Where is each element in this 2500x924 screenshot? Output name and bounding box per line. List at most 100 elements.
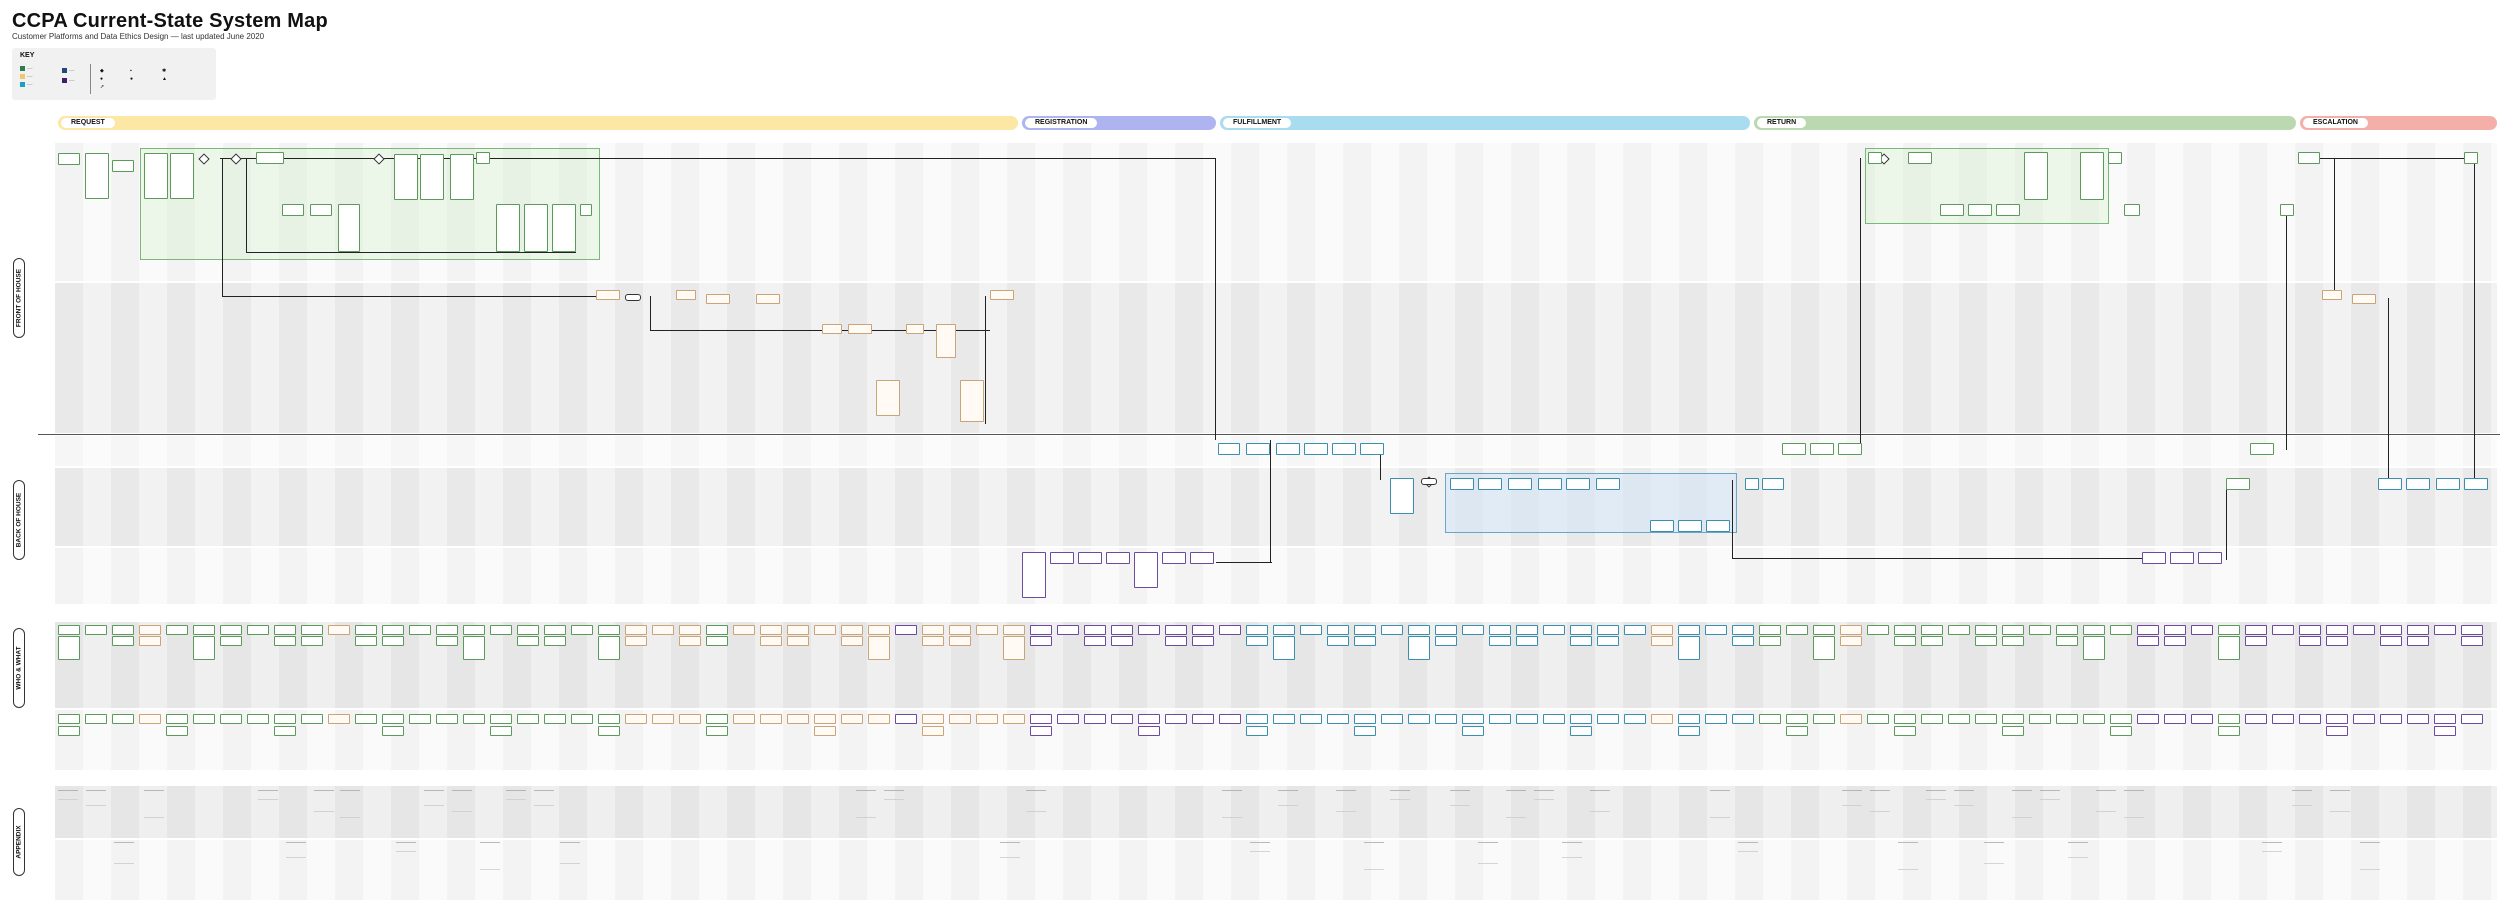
what-card — [166, 714, 188, 724]
who-card — [1030, 625, 1052, 635]
what-card — [382, 714, 404, 724]
who-card — [1786, 625, 1808, 635]
what-card — [1057, 714, 1079, 724]
section-who-what: WHO & WHAT — [13, 628, 25, 708]
connector-line — [2226, 480, 2227, 560]
connector-line — [2474, 158, 2475, 480]
what-card — [2434, 726, 2456, 736]
connector-line — [1270, 440, 1271, 562]
section-appendix: APPENDIX — [13, 808, 25, 876]
what-card — [1678, 726, 1700, 736]
data-card — [2170, 552, 2194, 564]
what-card — [1030, 726, 1052, 736]
appendix-note — [2292, 790, 2312, 806]
what-card — [787, 714, 809, 724]
appendix-note — [1364, 842, 1384, 870]
who-card — [787, 636, 809, 646]
what-card — [544, 714, 566, 724]
system-card — [1304, 443, 1328, 455]
agent-screen — [876, 380, 900, 416]
system-card — [1218, 443, 1240, 455]
what-card — [2218, 726, 2240, 736]
who-card — [625, 636, 647, 646]
who-card — [2461, 636, 2483, 646]
who-card — [1570, 625, 1592, 635]
connector-line — [2334, 158, 2335, 298]
what-card — [1138, 726, 1160, 736]
what-card — [1759, 714, 1781, 724]
what-card — [1516, 714, 1538, 724]
who-card — [58, 625, 80, 635]
what-card — [868, 714, 890, 724]
who-card — [1705, 625, 1727, 635]
appendix-note — [58, 790, 78, 800]
appendix-note — [1984, 842, 2004, 864]
what-card — [598, 726, 620, 736]
what-card — [1273, 714, 1295, 724]
who-card — [1921, 625, 1943, 635]
who-card — [1489, 625, 1511, 635]
what-card — [2083, 714, 2105, 724]
who-card — [679, 625, 701, 635]
what-card — [1732, 714, 1754, 724]
who-card — [571, 625, 593, 635]
what-card — [2137, 714, 2159, 724]
system-card — [2378, 478, 2402, 490]
who-card — [1516, 625, 1538, 635]
who-card — [922, 625, 944, 635]
appendix-note — [560, 842, 580, 864]
who-card — [625, 625, 647, 635]
who-card — [1840, 625, 1862, 635]
who-card — [2164, 636, 2186, 646]
screen-card — [524, 204, 548, 252]
what-card — [328, 714, 350, 724]
gear-icon: ✱ — [162, 68, 167, 74]
who-card — [1111, 625, 1133, 635]
what-card — [58, 726, 80, 736]
who-card — [301, 625, 323, 635]
what-card — [949, 714, 971, 724]
who-card — [382, 625, 404, 635]
what-card — [1975, 714, 1997, 724]
what-card — [1705, 714, 1727, 724]
who-card — [2326, 625, 2348, 635]
key-swatch — [62, 68, 67, 73]
appendix-note — [506, 790, 526, 800]
connector-line — [246, 252, 576, 253]
what-card — [814, 714, 836, 724]
flow-card — [1868, 152, 1882, 164]
what-card — [1489, 714, 1511, 724]
appendix-note — [396, 842, 416, 852]
who-card — [2110, 625, 2132, 635]
system-card — [1508, 478, 1532, 490]
what-card — [922, 726, 944, 736]
phase-label: RETURN — [1757, 118, 1807, 128]
what-card — [274, 714, 296, 724]
what-card — [1867, 714, 1889, 724]
what-card — [1219, 714, 1241, 724]
who-card — [2056, 636, 2078, 646]
who-card — [2002, 625, 2024, 635]
screen-card — [85, 153, 109, 199]
page-title: CCPA Current-State System Map — [12, 10, 328, 32]
who-card — [112, 636, 134, 646]
who-card — [58, 636, 80, 660]
what-card — [1138, 714, 1160, 724]
who-card — [949, 636, 971, 646]
key-panel: KEY —— —— —— —— —— ◆ ● ➚ ▪ ● ✱ ▲ — [12, 48, 216, 100]
who-card — [598, 636, 620, 660]
who-card — [1435, 636, 1457, 646]
key-divider — [90, 64, 91, 94]
connector-line — [220, 158, 1216, 159]
who-card — [2002, 636, 2024, 646]
phase-registration: REGISTRATION — [1022, 116, 1216, 130]
key-swatch — [62, 78, 67, 83]
phase-fulfillment: FULFILLMENT — [1220, 116, 1750, 130]
system-card — [1538, 478, 1562, 490]
who-card — [1894, 636, 1916, 646]
what-card — [2191, 714, 2213, 724]
who-card — [517, 636, 539, 646]
who-card — [841, 636, 863, 646]
screen-card — [338, 204, 360, 252]
who-card — [1057, 625, 1079, 635]
